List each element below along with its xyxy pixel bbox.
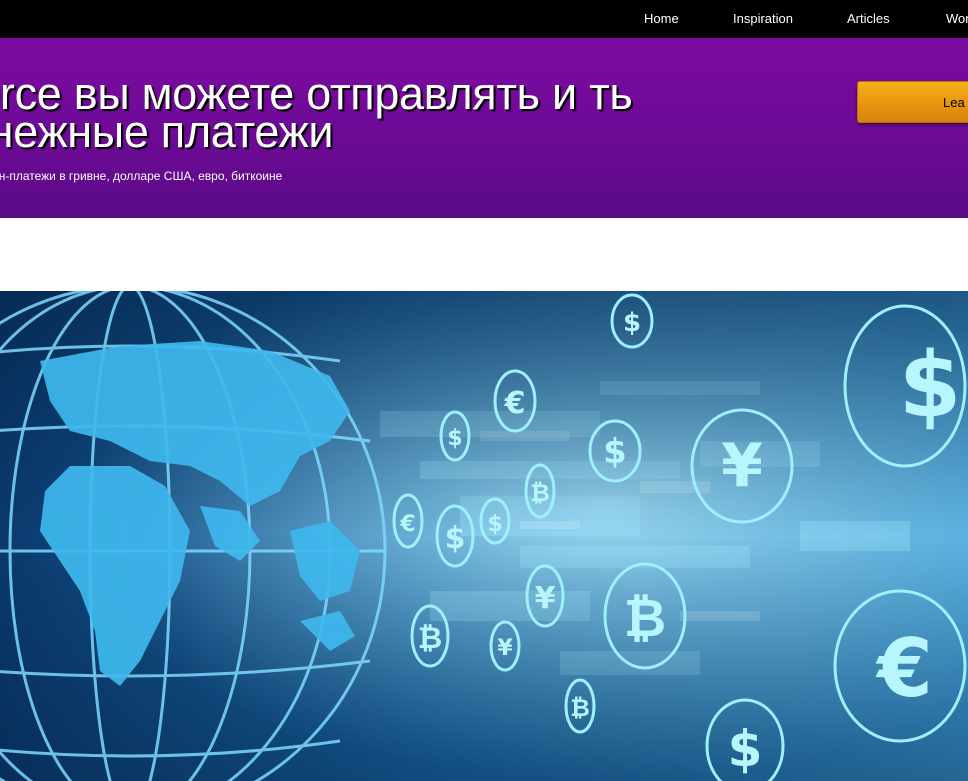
svg-text:¥: ¥ bbox=[497, 636, 513, 661]
svg-text:₿: ₿ bbox=[570, 694, 590, 722]
nav-item-articles[interactable]: Articles bbox=[847, 11, 890, 26]
hero-section: merce вы можете отправлять и ть денежные… bbox=[0, 38, 968, 218]
svg-text:€: € bbox=[875, 622, 933, 715]
svg-text:¥: ¥ bbox=[721, 431, 763, 501]
globe-currency-illustration: $ € $ $ ¥ $ ₿ $ € $ ¥ ₿ ₿ ¥ ₿ $ € bbox=[0, 291, 968, 781]
svg-text:€: € bbox=[504, 386, 526, 421]
svg-text:$: $ bbox=[447, 426, 462, 451]
svg-text:$: $ bbox=[603, 432, 627, 472]
svg-text:₿: ₿ bbox=[418, 621, 442, 656]
svg-text:$: $ bbox=[899, 333, 962, 438]
nav-item-wor[interactable]: Wor bbox=[946, 11, 968, 26]
learn-more-button[interactable]: Lea bbox=[857, 81, 968, 123]
svg-text:₿: ₿ bbox=[624, 589, 666, 649]
svg-text:$: $ bbox=[445, 521, 466, 556]
nav-item-inspiration[interactable]: Inspiration bbox=[733, 11, 793, 26]
svg-text:$: $ bbox=[487, 512, 502, 537]
hero-subtitle: йн-платежи в гривне, долларе США, евро, … bbox=[0, 169, 283, 183]
hero-title: merce вы можете отправлять и ть денежные… bbox=[0, 68, 633, 157]
banner-image: $ € $ $ ¥ $ ₿ $ € $ ¥ ₿ ₿ ¥ ₿ $ € bbox=[0, 291, 968, 781]
svg-text:¥: ¥ bbox=[535, 581, 556, 616]
svg-text:$: $ bbox=[728, 720, 763, 778]
svg-text:$: $ bbox=[623, 308, 641, 338]
svg-text:₿: ₿ bbox=[530, 479, 550, 507]
nav-item-home[interactable]: Home bbox=[644, 11, 679, 26]
svg-text:€: € bbox=[399, 512, 415, 537]
top-navigation: Home Inspiration Articles Wor bbox=[0, 0, 968, 38]
